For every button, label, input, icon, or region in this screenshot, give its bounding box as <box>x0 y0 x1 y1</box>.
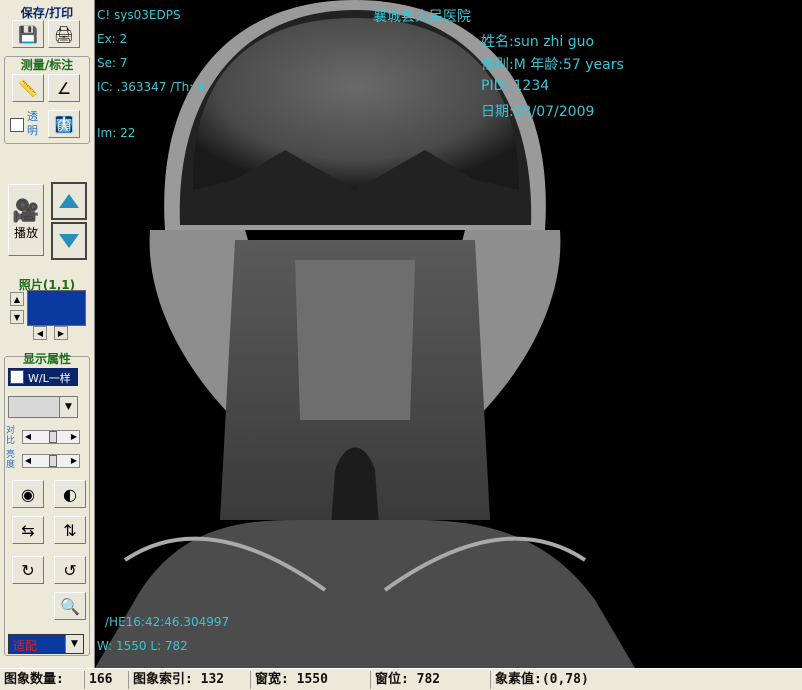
contrast-label: 对比 <box>6 426 16 446</box>
angle-button[interactable]: ∠ <box>48 74 80 102</box>
next-image-button[interactable] <box>51 222 87 260</box>
window-level-tool-button[interactable]: ◉ <box>12 480 44 508</box>
window-width: 窗宽: 1550 <box>250 671 366 689</box>
window-level-readout: W: 1550 L: 782 <box>97 639 188 653</box>
photo-scroll-right[interactable]: ▶ <box>54 326 68 340</box>
patient-name: 姓名:sun zhi guo <box>481 34 595 50</box>
transparent-label: 透明 <box>27 110 38 137</box>
play-label: 播放 <box>13 226 38 240</box>
photo-scroll-left[interactable]: ◀ <box>33 326 47 340</box>
camera-icon: 🎥 <box>12 199 40 224</box>
display-title: 显示属性 <box>22 352 71 366</box>
hospital-name: 襄城县人民医院 <box>373 9 471 25</box>
rotate-right-icon: ↻ <box>21 560 35 580</box>
brightness-left-arrow[interactable]: ◀ <box>23 455 33 467</box>
fit-select[interactable]: 适配 ▼ <box>8 634 84 654</box>
brightness-label: 亮度 <box>6 450 16 470</box>
chevron-down-icon: ▼ <box>59 397 77 417</box>
magnifier-icon: 🔍 <box>60 596 80 616</box>
print-button[interactable]: 🖨 <box>48 20 80 48</box>
image-number: Im: 22 <box>97 126 136 140</box>
flip-horizontal-button[interactable]: ⇆ <box>12 516 44 544</box>
printer-icon: 🖨 <box>53 24 75 44</box>
arrow-up-icon <box>59 194 79 208</box>
flip-horizontal-icon: ⇆ <box>21 520 35 540</box>
ruler-icon: 📏 <box>18 78 38 98</box>
save-button[interactable]: 💾 <box>12 20 44 48</box>
flip-vertical-button[interactable]: ⇅ <box>54 516 86 544</box>
photo-spin-down[interactable]: ▼ <box>10 310 24 324</box>
wl-same-checkbox[interactable] <box>10 370 24 384</box>
acquisition-time: /HE16:42:46.304997 <box>105 615 230 629</box>
invert-icon: ◐ <box>63 484 77 504</box>
exam-number: Ex: 2 <box>97 32 128 46</box>
xray-button[interactable]: 🩻 <box>48 110 80 138</box>
window-level: 窗位: 782 <box>370 671 486 689</box>
contrast-left-arrow[interactable]: ◀ <box>23 431 33 443</box>
chest-xray-icon: 🩻 <box>54 114 74 134</box>
mri-viewer-window: 保存/打印 💾 🖨 测量/标注 📏 ∠ 透明 🩻 🎥 播放 照片(1,1) ▲ … <box>0 0 802 690</box>
study-date: 日期:03/07/2009 <box>481 104 595 120</box>
play-button[interactable]: 🎥 播放 <box>8 184 44 256</box>
invert-button[interactable]: ◐ <box>54 480 86 508</box>
patient-sex-age: 性别:M 年龄:57 years <box>481 57 624 73</box>
series-id: C! sys03EDPS <box>97 8 181 22</box>
ruler-button[interactable]: 📏 <box>12 74 44 102</box>
rotate-right-button[interactable]: ↻ <box>12 556 44 584</box>
angle-icon: ∠ <box>56 78 72 98</box>
contrast-slider[interactable]: ◀ ▶ <box>22 430 80 444</box>
patient-id: PID: 1234 <box>481 78 550 94</box>
image-count-label: 图象数量: <box>4 672 64 687</box>
mri-scan-image <box>95 0 802 668</box>
status-bar: 图象数量: 166 图象索引: 132 窗宽: 1550 窗位: 782 象素值… <box>0 668 802 690</box>
image-index: 图象索引: 132 <box>128 671 246 689</box>
ic-thickness: IC: .363347 /Th: 4 <box>97 80 205 94</box>
prev-image-button[interactable] <box>51 182 87 220</box>
contrast-right-arrow[interactable]: ▶ <box>69 431 79 443</box>
chevron-down-icon: ▼ <box>65 635 83 653</box>
wl-same-row[interactable]: W/L一样 <box>8 368 78 386</box>
fit-select-value: 适配 <box>13 639 38 653</box>
rotate-left-icon: ↺ <box>63 560 77 580</box>
brightness-slider[interactable]: ◀ ▶ <box>22 454 80 468</box>
brightness-thumb[interactable] <box>49 455 57 467</box>
pixel-value: 象素值:(0,78) <box>490 671 770 689</box>
series-number: Se: 7 <box>97 56 128 70</box>
save-print-title: 保存/打印 <box>20 6 74 20</box>
disk-icon: 💾 <box>18 24 38 44</box>
preset-select[interactable]: ▼ <box>8 396 78 418</box>
photo-spin-up[interactable]: ▲ <box>10 292 24 306</box>
photo-panel[interactable] <box>27 290 86 326</box>
zoom-button[interactable]: 🔍 <box>54 592 86 620</box>
flip-vertical-icon: ⇅ <box>63 520 77 540</box>
rotate-left-button[interactable]: ↺ <box>54 556 86 584</box>
brightness-right-arrow[interactable]: ▶ <box>69 455 79 467</box>
image-viewport[interactable]: 襄城县人民医院 C! sys03EDPS Ex: 2 Se: 7 IC: .36… <box>95 0 802 668</box>
left-toolbar: 保存/打印 💾 🖨 测量/标注 📏 ∠ 透明 🩻 🎥 播放 照片(1,1) ▲ … <box>0 0 95 668</box>
measure-title: 测量/标注 <box>20 58 74 72</box>
wl-same-label: W/L一样 <box>28 372 71 385</box>
contrast-thumb[interactable] <box>49 431 57 443</box>
transparent-checkbox[interactable] <box>10 118 24 132</box>
arrow-down-icon <box>59 234 79 248</box>
image-count: 166 <box>84 671 126 689</box>
window-level-icon: ◉ <box>21 484 35 504</box>
